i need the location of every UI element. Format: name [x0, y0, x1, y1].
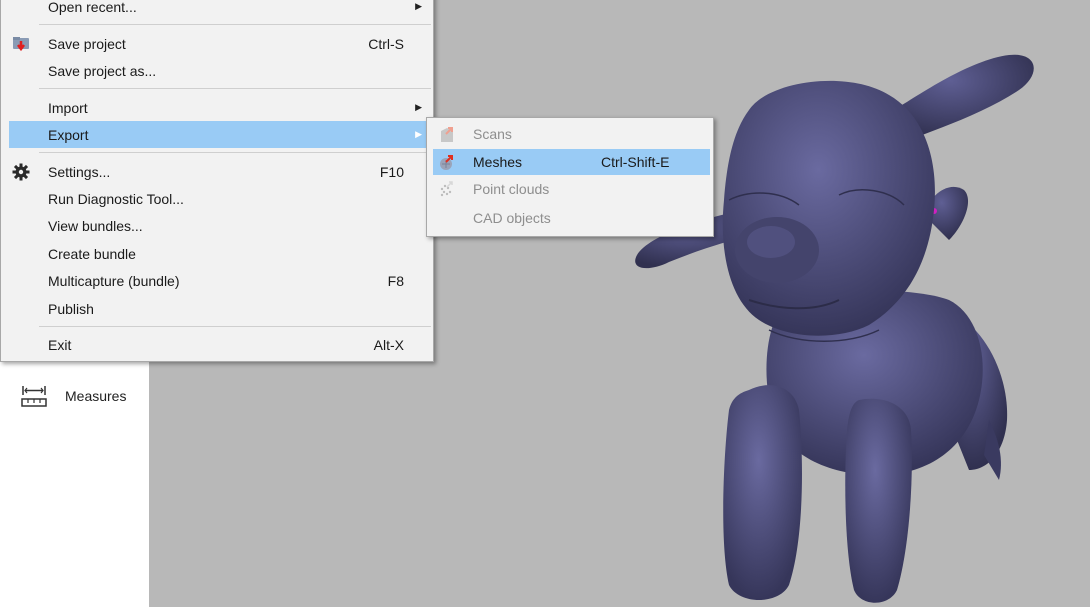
- submenu-arrow-icon: ▶: [415, 129, 422, 139]
- export-submenu: Scans Meshes Ctrl-Shift-E Point clouds C…: [426, 117, 714, 237]
- menu-item-open-recent[interactable]: Open recent... ▶: [2, 0, 432, 20]
- menu-item-label: Import: [48, 99, 88, 116]
- ruler-icon: [21, 386, 47, 407]
- menu-separator: [39, 326, 431, 327]
- menu-item-label: Save project: [48, 35, 126, 52]
- menu-separator: [39, 88, 431, 89]
- menu-item-label: Create bundle: [48, 245, 136, 262]
- submenu-item-label: Scans: [473, 126, 512, 142]
- submenu-item-scans[interactable]: Scans: [433, 121, 710, 147]
- export-scans-icon: [441, 127, 453, 142]
- menu-item-label: Settings...: [48, 163, 111, 180]
- menu-item-export[interactable]: Export ▶: [9, 121, 432, 148]
- submenu-item-shortcut: Ctrl-Shift-E: [601, 154, 670, 170]
- menu-item-label: Run Diagnostic Tool...: [48, 190, 184, 207]
- gear-icon: [12, 163, 30, 181]
- menu-item-label: Multicapture (bundle): [48, 272, 180, 289]
- export-meshes-icon: [440, 155, 453, 170]
- menu-item-shortcut: F8: [387, 272, 404, 289]
- submenu-arrow-icon: ▶: [415, 102, 422, 112]
- submenu-item-label: CAD objects: [473, 210, 551, 226]
- menu-item-label: Save project as...: [48, 62, 157, 79]
- menu-item-label: Open recent...: [48, 0, 137, 15]
- menu-item-exit[interactable]: Exit Alt-X: [2, 331, 432, 358]
- menu-item-import[interactable]: Import ▶: [2, 94, 432, 121]
- menu-item-view-bundles[interactable]: View bundles...: [2, 212, 432, 239]
- menu-item-label: View bundles...: [48, 217, 143, 234]
- submenu-item-label: Meshes: [473, 154, 523, 170]
- submenu-item-cad-objects[interactable]: CAD objects: [433, 205, 710, 231]
- menu-item-save-project[interactable]: Save project Ctrl-S: [2, 30, 432, 57]
- submenu-item-point-clouds[interactable]: Point clouds: [433, 176, 710, 202]
- menu-item-save-project-as[interactable]: Save project as...: [2, 57, 432, 84]
- menu-item-publish[interactable]: Publish: [2, 295, 432, 322]
- menu-item-label: Publish: [48, 300, 94, 317]
- measures-label: Measures: [65, 388, 127, 404]
- menu-item-label: Exit: [48, 336, 72, 353]
- menu-item-settings[interactable]: Settings... F10: [2, 158, 432, 185]
- menu-item-shortcut: F10: [379, 163, 404, 180]
- menu-item-shortcut: Alt-X: [373, 336, 404, 353]
- save-folder-icon: [13, 37, 29, 52]
- menu-item-shortcut: Ctrl-S: [368, 35, 404, 52]
- file-menu: Open recent... ▶ Save project Ctrl-S Sav…: [0, 0, 434, 362]
- submenu-item-label: Point clouds: [473, 181, 550, 197]
- submenu-arrow-icon: ▶: [415, 1, 422, 11]
- menu-item-create-bundle[interactable]: Create bundle: [2, 240, 432, 267]
- menu-separator: [39, 24, 431, 25]
- menu-item-label: Export: [48, 126, 89, 143]
- measures-button[interactable]: Measures: [20, 384, 126, 408]
- menu-separator: [39, 152, 431, 153]
- menu-item-run-diagnostic-tool[interactable]: Run Diagnostic Tool...: [2, 185, 432, 212]
- submenu-item-meshes[interactable]: Meshes Ctrl-Shift-E: [433, 149, 710, 175]
- export-point-clouds-icon: [440, 181, 453, 197]
- menu-item-multicapture-bundle[interactable]: Multicapture (bundle) F8: [2, 267, 432, 294]
